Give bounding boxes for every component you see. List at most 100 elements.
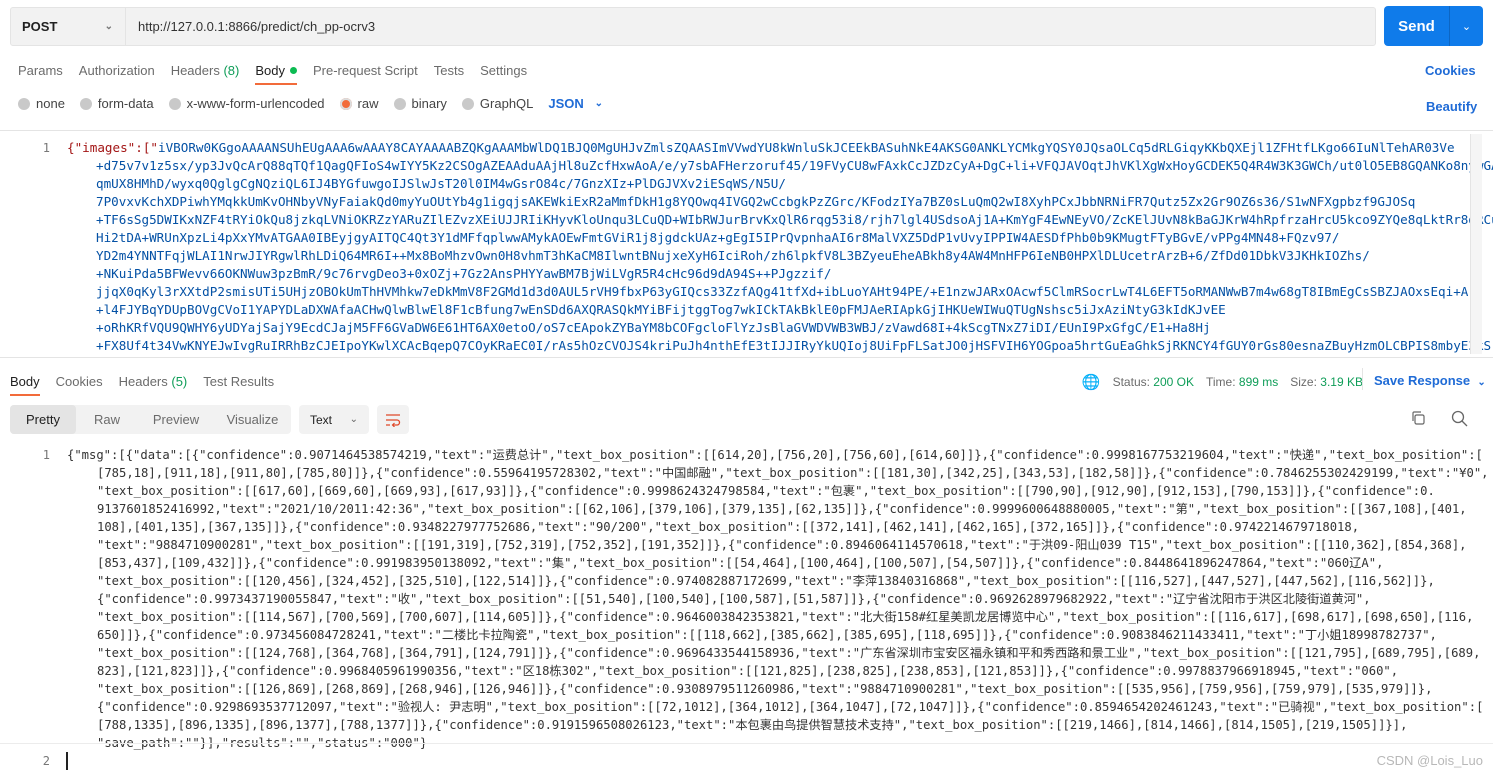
tab-label: Tests bbox=[433, 62, 465, 78]
request-body-line: qmUX8HMhD/wyxq0QglgCgNQziQL6IJ4BYGfuwgoI… bbox=[96, 175, 786, 193]
response-format-select[interactable]: Text ⌄ bbox=[299, 405, 369, 434]
response-body-line: 9137601852416992,"text":"2021/10/2011:42… bbox=[97, 502, 1467, 516]
beautify-link[interactable]: Beautify bbox=[1426, 99, 1477, 114]
response-meta: 🌐 Status: 200 OK Time: 899 ms Size: 3.19… bbox=[1082, 373, 1363, 391]
radio-form-data[interactable]: form-data bbox=[79, 96, 154, 111]
tab-pre-request-script[interactable]: Pre-request Script bbox=[305, 55, 426, 85]
base64-string: +d75v7v1z5sx/yp3JvQcArQ88qTQf1QagQFIoS4w… bbox=[96, 158, 1493, 173]
response-body-line: "text":"9884710900281","text_box_positio… bbox=[97, 538, 1467, 552]
base64-string: YD2m4YNNTFqjWLAI1NrwJIYRgwlRhLDiQ64MR6I+… bbox=[96, 248, 1370, 263]
view-mode-switch: Pretty Raw Preview Visualize bbox=[10, 405, 291, 434]
radio-x-www-form-urlencoded[interactable]: x-www-form-urlencoded bbox=[168, 96, 325, 111]
tab-label: Pre-request Script bbox=[312, 62, 418, 78]
save-response-button[interactable]: Save Response ⌄ bbox=[1374, 373, 1486, 388]
globe-icon[interactable]: 🌐 bbox=[1082, 373, 1101, 391]
request-body-line: jjqX0qKyl3rXXtdP2smisUTi5UHjzOBOkUmThHVM… bbox=[96, 283, 1468, 301]
url-input[interactable]: http://127.0.0.1:8866/predict/ch_pp-ocrv… bbox=[126, 19, 375, 34]
response-body-viewer[interactable]: 1 2 {"msg":[{"data":[{"confidence":0.907… bbox=[0, 446, 1493, 774]
response-body-line: 108],[401,135],[367,135]]},{"confidence"… bbox=[97, 520, 1360, 534]
radio-label: form-data bbox=[97, 96, 154, 111]
radio-raw[interactable]: raw bbox=[339, 96, 379, 111]
format-label: Text bbox=[310, 412, 333, 427]
body-indicator-dot bbox=[289, 66, 297, 74]
divider bbox=[0, 743, 1493, 744]
response-body-line: {"msg":[{"data":[{"confidence":0.9071464… bbox=[67, 448, 1483, 462]
view-raw[interactable]: Raw bbox=[76, 405, 138, 434]
watermark: CSDN @Lois_Luo bbox=[1376, 753, 1483, 768]
radio-label: x-www-form-urlencoded bbox=[186, 96, 325, 111]
line-number: 2 bbox=[42, 754, 50, 768]
tab-label: Authorization bbox=[78, 62, 155, 78]
base64-string: +NKuiPda5BFWevv66OKNWuw3pzBmR/9c76rvgDeo… bbox=[96, 266, 832, 281]
line-number: 1 bbox=[42, 448, 50, 462]
search-icon[interactable] bbox=[1451, 410, 1468, 430]
copy-icon[interactable] bbox=[1410, 410, 1426, 429]
time: Time: 899 ms bbox=[1206, 375, 1278, 389]
radio-binary[interactable]: binary bbox=[393, 96, 447, 111]
cookies-link[interactable]: Cookies bbox=[1425, 63, 1476, 78]
radio-label: none bbox=[36, 96, 65, 111]
tab-label: Headers bbox=[118, 373, 168, 389]
send-button-group: Send ⌄ bbox=[1384, 6, 1483, 46]
response-body-line: [785,18],[911,18],[911,80],[785,80]]},{"… bbox=[97, 466, 1489, 480]
request-body-line: +oRhKRfVQU9QWHY6yUDYajSajY9EcdCJajM5FF6G… bbox=[96, 319, 1211, 337]
response-tabs: Body Cookies Headers (5) Test Results bbox=[2, 366, 282, 396]
radio-graphql[interactable]: GraphQL bbox=[461, 96, 534, 111]
divider bbox=[1362, 368, 1363, 390]
tab-authorization[interactable]: Authorization bbox=[71, 55, 163, 85]
view-preview[interactable]: Preview bbox=[138, 405, 214, 434]
request-body-line: Hi2tDA+WRUnXpzLi4pXxYMvATGAA0IBEyjgyAITQ… bbox=[96, 229, 1339, 247]
base64-string: +TF6sSg5DWIKxNZF4tRYiOkQu8jzkqLVNiOKRZzY… bbox=[96, 212, 1493, 227]
radio-none[interactable]: none bbox=[18, 96, 65, 111]
tab-params[interactable]: Params bbox=[10, 55, 71, 85]
radio-circle bbox=[79, 97, 92, 110]
tab-tests[interactable]: Tests bbox=[426, 55, 472, 85]
tab-label: Settings bbox=[480, 62, 528, 78]
tab-test-results[interactable]: Test Results bbox=[195, 366, 282, 396]
tab-body[interactable]: Body bbox=[247, 55, 305, 85]
response-body-line: 650]]},{"confidence":0.973456084728241,"… bbox=[97, 628, 1437, 642]
send-button[interactable]: Send bbox=[1384, 6, 1450, 46]
wrap-lines-icon[interactable] bbox=[377, 405, 409, 434]
base64-string: +oRhKRfVQU9QWHY6yUDYajSajY9EcdCJajM5FF6G… bbox=[96, 320, 1211, 335]
chevron-down-icon: ⌄ bbox=[1477, 377, 1486, 388]
status-value: 200 OK bbox=[1153, 375, 1194, 389]
base64-string: +FX8Uf4t34VwKNYEJwIvgRuIRRhBzCJEIpoYKwlX… bbox=[96, 338, 1492, 353]
tab-headers[interactable]: Headers (8) bbox=[163, 55, 248, 85]
time-value: 899 ms bbox=[1238, 375, 1279, 389]
radio-label: binary bbox=[411, 96, 447, 111]
line-number: 1 bbox=[42, 141, 50, 155]
view-visualize[interactable]: Visualize bbox=[214, 405, 291, 434]
view-pretty[interactable]: Pretty bbox=[10, 405, 76, 434]
tab-settings[interactable]: Settings bbox=[472, 55, 535, 85]
radio-label: GraphQL bbox=[479, 96, 534, 111]
send-options-chevron-icon[interactable]: ⌄ bbox=[1450, 6, 1483, 46]
editor-scrollbar[interactable] bbox=[1470, 134, 1482, 354]
url-bar: POST ⌄ http://127.0.0.1:8866/predict/ch_… bbox=[10, 7, 1376, 46]
method-select[interactable]: POST ⌄ bbox=[11, 8, 126, 45]
request-body-line: {"images":["iVBORw0KGgoAAAANSUhEUgAAA6wA… bbox=[67, 139, 1455, 157]
base64-string: jjqX0qKyl3rXXtdP2smisUTi5UHjzOBOkUmThHVM… bbox=[96, 284, 1469, 299]
tab-response-body[interactable]: Body bbox=[2, 366, 48, 396]
tab-label: Body bbox=[255, 62, 285, 78]
time-label: Time: bbox=[1206, 375, 1236, 389]
response-body-line: "text_box_position":[[617,60],[669,60],[… bbox=[97, 484, 1435, 498]
response-body-line: "text_box_position":[[114,567],[700,569]… bbox=[97, 610, 1474, 624]
chevron-down-icon: ⌄ bbox=[349, 414, 358, 425]
tab-label: Params bbox=[18, 62, 63, 78]
request-body-editor[interactable]: 1 {"images":["iVBORw0KGgoAAAANSUhEUgAAA6… bbox=[0, 130, 1493, 358]
request-body-line: +TF6sSg5DWIKxNZF4tRYiOkQu8jzkqLVNiOKRZzY… bbox=[96, 211, 1493, 229]
request-body-line: +NKuiPda5BFWevv66OKNWuw3pzBmR/9c76rvgDeo… bbox=[96, 265, 831, 283]
tab-label: Headers bbox=[170, 62, 220, 78]
chevron-down-icon: ⌄ bbox=[104, 21, 113, 32]
format-select[interactable]: JSON ⌄ bbox=[548, 96, 603, 111]
size: Size: 3.19 KB bbox=[1290, 375, 1363, 389]
tab-response-cookies[interactable]: Cookies bbox=[48, 366, 111, 396]
base64-string: 7P0vxvKchXDPiwhYMqkkUmKvOHNbyVNyFaiakQd0… bbox=[96, 194, 1416, 209]
save-response-label: Save Response bbox=[1374, 373, 1471, 388]
request-tabs: Params Authorization Headers (8) Body Pr… bbox=[10, 55, 535, 85]
tab-label: Test Results bbox=[203, 373, 275, 389]
headers-count: (5) bbox=[171, 373, 188, 389]
tab-response-headers[interactable]: Headers (5) bbox=[111, 366, 196, 396]
request-body-line: 7P0vxvKchXDPiwhYMqkkUmKvOHNbyVNyFaiakQd0… bbox=[96, 193, 1415, 211]
